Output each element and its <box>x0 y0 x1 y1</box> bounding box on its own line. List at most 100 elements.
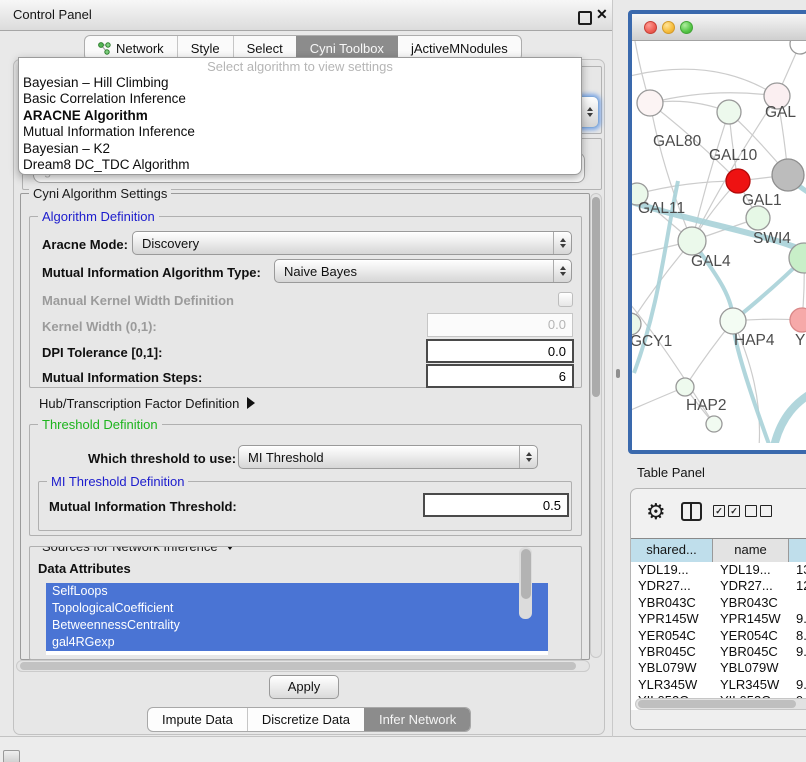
table-cell: 12 <box>789 578 806 594</box>
table-footer <box>631 710 806 729</box>
table-horizontal-scrollbar[interactable] <box>635 698 806 710</box>
network-node[interactable] <box>720 308 746 334</box>
mi-threshold-definition-group: MI Threshold Definition Mutual Informati… <box>38 481 572 531</box>
network-node[interactable] <box>772 159 804 191</box>
mi-steps-field[interactable]: 6 <box>426 364 574 388</box>
kernel-width-label: Kernel Width (0,1): <box>42 319 157 334</box>
table-row[interactable]: YER054CYER054C8. <box>631 628 806 644</box>
bottom-tab-infer-network[interactable]: Infer Network <box>364 708 470 731</box>
node-label: GAL80 <box>653 133 702 150</box>
tab-label: Select <box>247 41 283 56</box>
settings-horizontal-scrollbar[interactable] <box>16 660 590 672</box>
close-icon[interactable]: ✕ <box>596 6 608 23</box>
node-label: GAL <box>765 104 796 121</box>
combo-stepper-icon <box>553 260 571 282</box>
node-label: GAL4 <box>691 253 731 270</box>
manual-kernel-width-checkbox[interactable] <box>558 292 573 307</box>
bottom-tabbar: Impute DataDiscretize DataInfer Network <box>147 707 471 732</box>
mi-type-combo[interactable]: Naive Bayes <box>274 259 572 283</box>
network-node[interactable] <box>746 206 770 230</box>
table-column-header[interactable]: name <box>713 539 789 563</box>
hide-unchecked-columns-icon[interactable] <box>745 505 772 517</box>
network-node[interactable] <box>726 169 750 193</box>
minimize-traffic-light-icon[interactable] <box>662 21 675 34</box>
apply-button[interactable]: Apply <box>269 675 339 699</box>
combo-stepper-icon <box>519 446 537 468</box>
table-row[interactable]: YPR145WYPR145W9. <box>631 611 806 627</box>
sources-group-title[interactable]: Sources for Network Inference <box>38 546 240 554</box>
network-node[interactable] <box>790 308 806 332</box>
data-attribute-item[interactable]: TopologicalCoefficient <box>46 600 548 617</box>
table-row[interactable]: YBL079WYBL079W <box>631 660 806 676</box>
columns-icon[interactable] <box>681 502 702 521</box>
aracne-mode-combo[interactable]: Discovery <box>132 231 572 255</box>
network-canvas[interactable]: GALGAL80GAL10GAL1SWI4GAL11GAL4GCY1HAP4YH… <box>632 41 806 443</box>
settings-group-title: Cyni Algorithm Settings <box>29 186 171 201</box>
mi-threshold-field[interactable]: 0.5 <box>423 493 569 517</box>
threshold-definition-title: Threshold Definition <box>38 417 162 432</box>
algorithm-option[interactable]: Basic Correlation Inference <box>19 91 581 107</box>
attributes-scrollbar[interactable] <box>519 547 532 619</box>
network-node[interactable] <box>678 227 706 255</box>
manual-kernel-width-label: Manual Kernel Width Definition <box>42 293 234 308</box>
table-column-header[interactable]: shared... <box>631 539 713 563</box>
data-attribute-item[interactable]: SelfLoops <box>46 583 548 600</box>
network-edge-thick[interactable] <box>773 385 806 443</box>
data-attribute-item[interactable]: BetweennessCentrality <box>46 617 548 634</box>
dpi-tolerance-field[interactable]: 0.0 <box>426 339 574 363</box>
dpi-tolerance-label: DPI Tolerance [0,1]: <box>42 345 162 360</box>
table-row[interactable]: YLR345WYLR345W9. <box>631 677 806 693</box>
zoom-traffic-light-icon[interactable] <box>680 21 693 34</box>
algorithm-definition-title: Algorithm Definition <box>38 209 159 224</box>
bottom-tab-impute-data[interactable]: Impute Data <box>148 708 247 731</box>
network-window-titlebar[interactable] <box>632 14 806 41</box>
table-column-header[interactable] <box>789 539 806 563</box>
hub-definition-expander[interactable]: Hub/Transcription Factor Definition <box>39 396 255 411</box>
table-row[interactable]: YDR27...YDR27...12 <box>631 578 806 594</box>
table-row[interactable]: YBR045CYBR045C9. <box>631 644 806 660</box>
bottom-tab-discretize-data[interactable]: Discretize Data <box>247 708 364 731</box>
settings-vertical-scrollbar[interactable] <box>590 193 602 658</box>
float-window-icon[interactable] <box>578 11 592 25</box>
algorithm-option[interactable]: Bayesian – K2 <box>19 141 581 157</box>
algorithm-option[interactable]: ARACNE Algorithm <box>19 108 581 124</box>
table-cell: 8. <box>789 628 806 644</box>
settings-vscroll-thumb[interactable] <box>592 197 600 397</box>
splitter-handle[interactable] <box>616 369 620 378</box>
mi-threshold-label: Mutual Information Threshold: <box>49 499 237 514</box>
algorithm-option[interactable]: Dream8 DC_TDC Algorithm <box>19 157 581 173</box>
table-cell: 9. <box>789 611 806 627</box>
table-row[interactable]: YDL19...YDL19...13 <box>631 562 806 578</box>
algorithm-option[interactable]: Bayesian – Hill Climbing <box>19 75 581 91</box>
network-node[interactable] <box>790 41 806 54</box>
data-attributes-label: Data Attributes <box>38 561 131 576</box>
attributes-scrollbar-thumb[interactable] <box>521 549 531 599</box>
network-node[interactable] <box>637 90 663 116</box>
unchecked-box-icon <box>745 505 757 517</box>
settings-hscroll-thumb[interactable] <box>20 662 576 670</box>
kernel-width-field[interactable]: 0.0 <box>427 313 573 337</box>
network-node[interactable] <box>717 100 741 124</box>
table-row[interactable]: YBR043CYBR043C <box>631 595 806 611</box>
which-threshold-combo[interactable]: MI Threshold <box>238 445 538 469</box>
show-checked-columns-icon[interactable]: ✓ ✓ <box>713 505 740 517</box>
table-hscroll-thumb[interactable] <box>638 700 796 708</box>
network-view-window: GALGAL80GAL10GAL1SWI4GAL11GAL4GCY1HAP4YH… <box>628 10 806 454</box>
bottom-strip <box>0 737 806 762</box>
node-label: HAP2 <box>686 397 727 414</box>
network-node[interactable] <box>676 378 694 396</box>
network-node[interactable] <box>706 416 722 432</box>
table-cell: 13 <box>789 562 806 578</box>
table-cell: YPR145W <box>631 611 713 627</box>
panel-divider <box>612 0 613 737</box>
combo-stepper-icon <box>553 232 571 254</box>
close-traffic-light-icon[interactable] <box>644 21 657 34</box>
expander-arrow-icon <box>247 397 255 409</box>
gear-icon[interactable]: ⚙ <box>646 497 666 527</box>
table-cell: YBR045C <box>713 644 789 660</box>
data-attribute-item[interactable]: gal4RGexp <box>46 634 548 651</box>
network-edge[interactable] <box>637 181 738 194</box>
algorithm-option[interactable]: Mutual Information Inference <box>19 124 581 140</box>
corner-mini-button[interactable] <box>3 750 20 762</box>
algorithm-dropdown-prompt: Select algorithm to view settings <box>19 59 581 75</box>
